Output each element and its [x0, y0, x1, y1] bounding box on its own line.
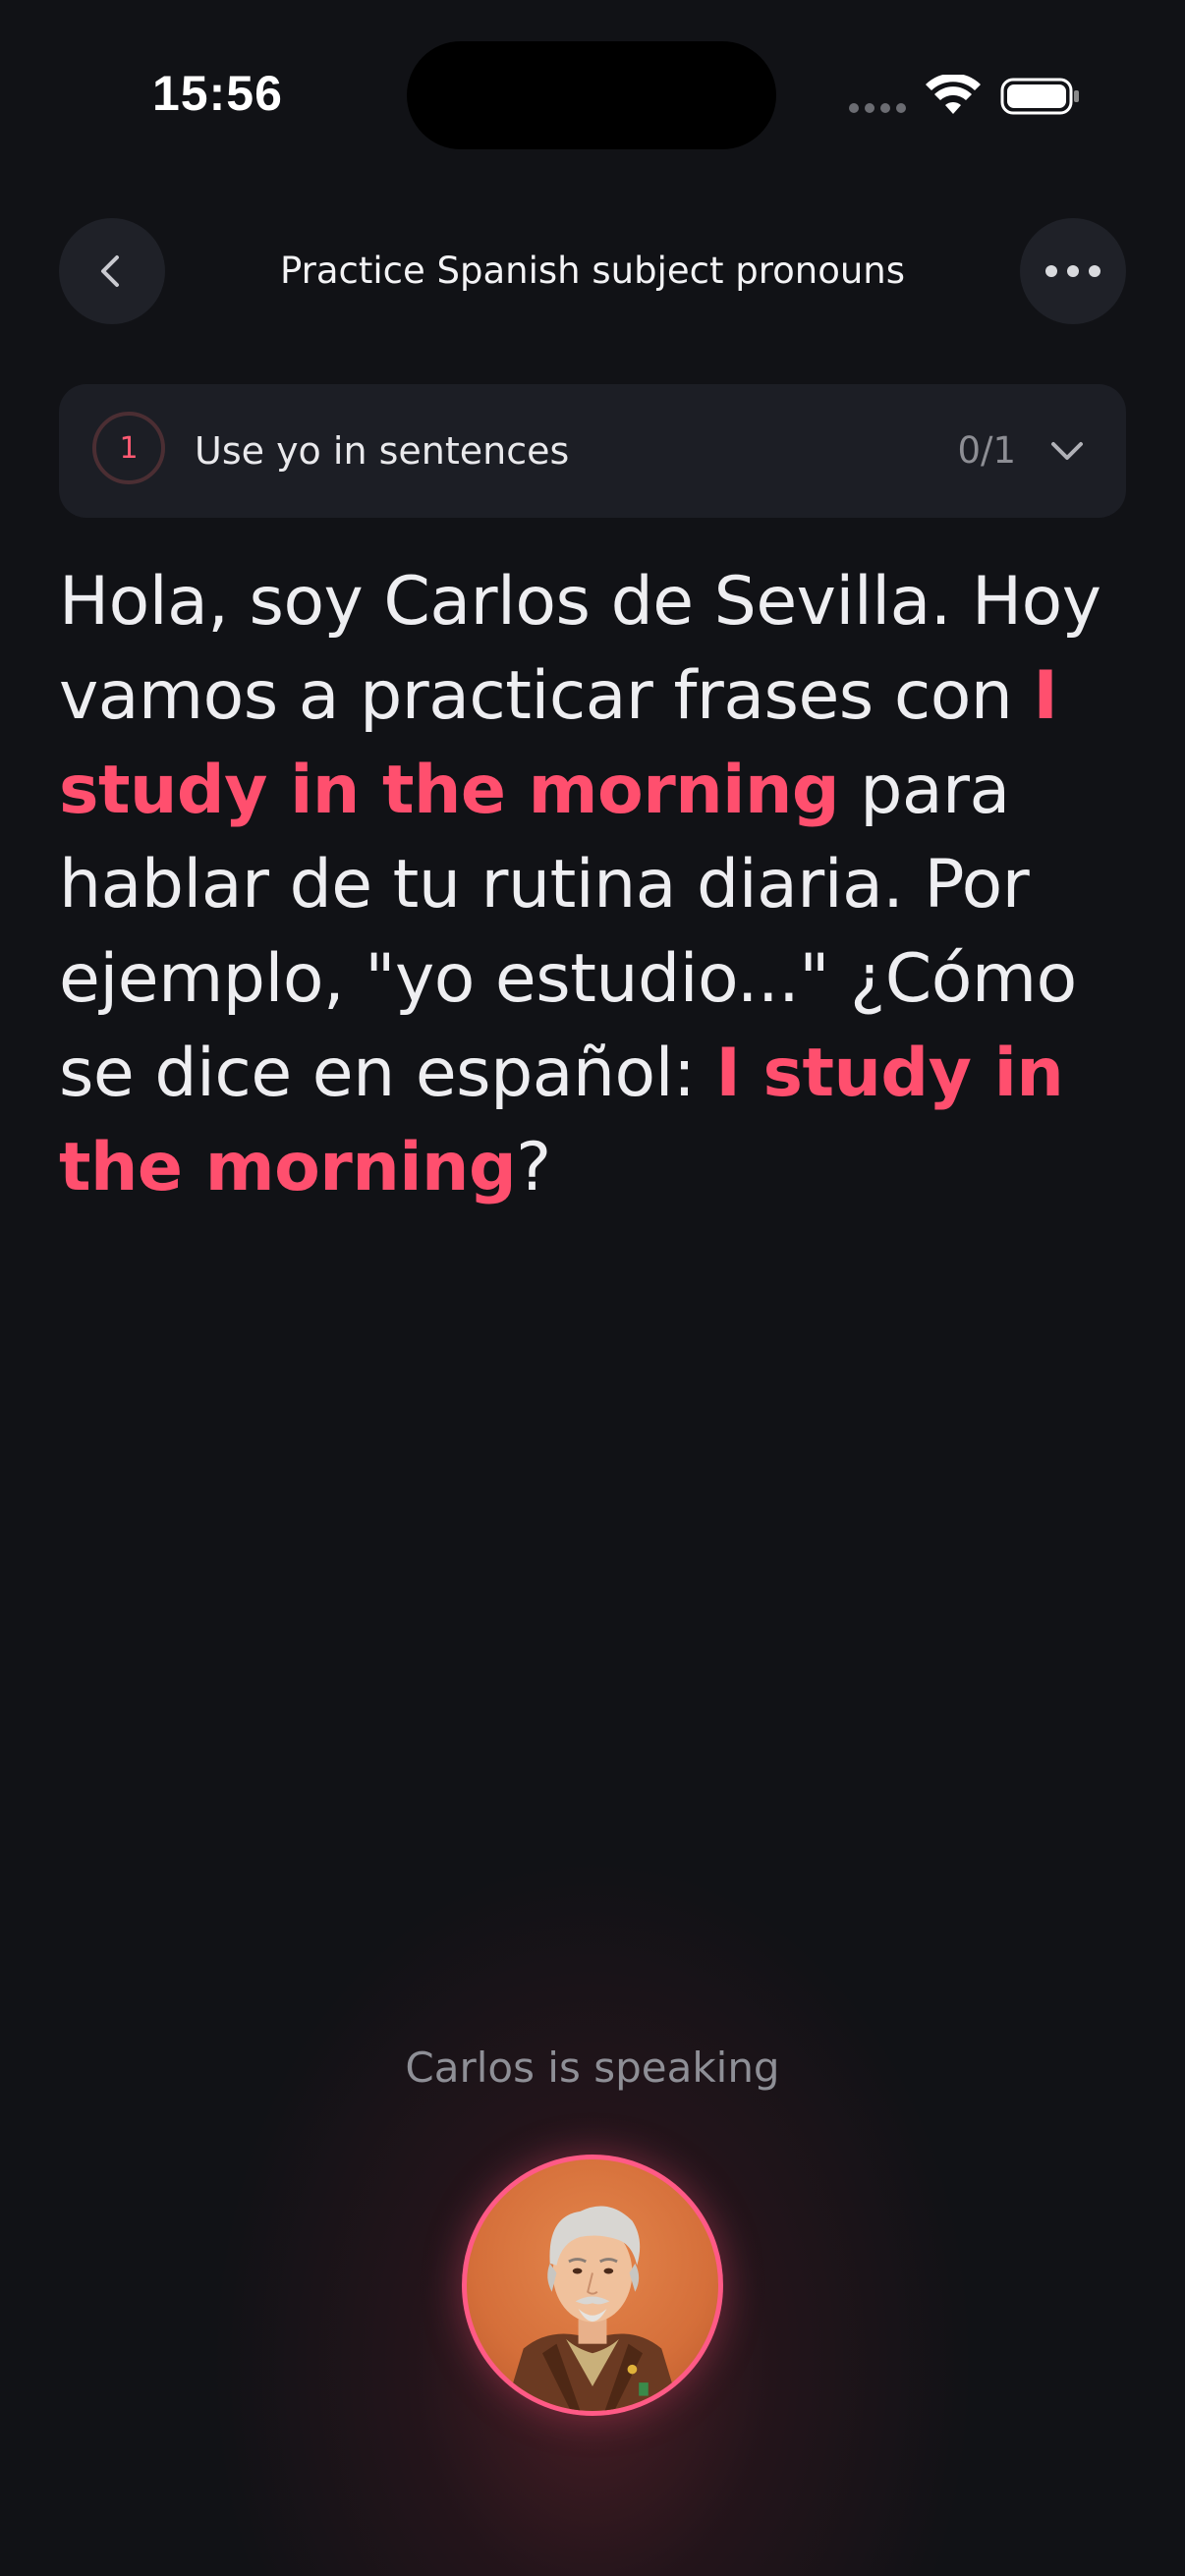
dynamic-island — [407, 41, 776, 149]
carlos-portrait-icon — [504, 2206, 681, 2411]
tutor-avatar[interactable] — [462, 2155, 723, 2416]
back-button[interactable] — [59, 218, 165, 324]
task-progress: 0/1 — [957, 429, 1016, 472]
message-text: Hola, soy Carlos de Sevilla. Hoy vamos a… — [59, 563, 1101, 735]
page-title: Practice Spanish subject pronouns — [279, 250, 906, 292]
status-bar: 15:56 — [0, 0, 1185, 196]
battery-icon — [1000, 78, 1079, 115]
tutor-message: Hola, soy Carlos de Sevilla. Hoy vamos a… — [59, 555, 1130, 1215]
ellipsis-icon — [1045, 265, 1100, 277]
task-label: Use yo in sentences — [195, 429, 570, 473]
chevron-left-icon — [101, 255, 119, 287]
task-card[interactable]: 1 Use yo in sentences 0/1 — [59, 384, 1126, 518]
more-options-button[interactable] — [1020, 218, 1126, 324]
chevron-down-icon[interactable] — [1047, 431, 1087, 471]
task-number-badge: 1 — [92, 412, 165, 484]
status-time: 15:56 — [152, 66, 283, 121]
speaking-status: Carlos is speaking — [405, 2044, 780, 2092]
cellular-signal-icon — [849, 103, 906, 113]
message-text: ? — [516, 1129, 551, 1206]
wifi-icon — [926, 75, 981, 114]
